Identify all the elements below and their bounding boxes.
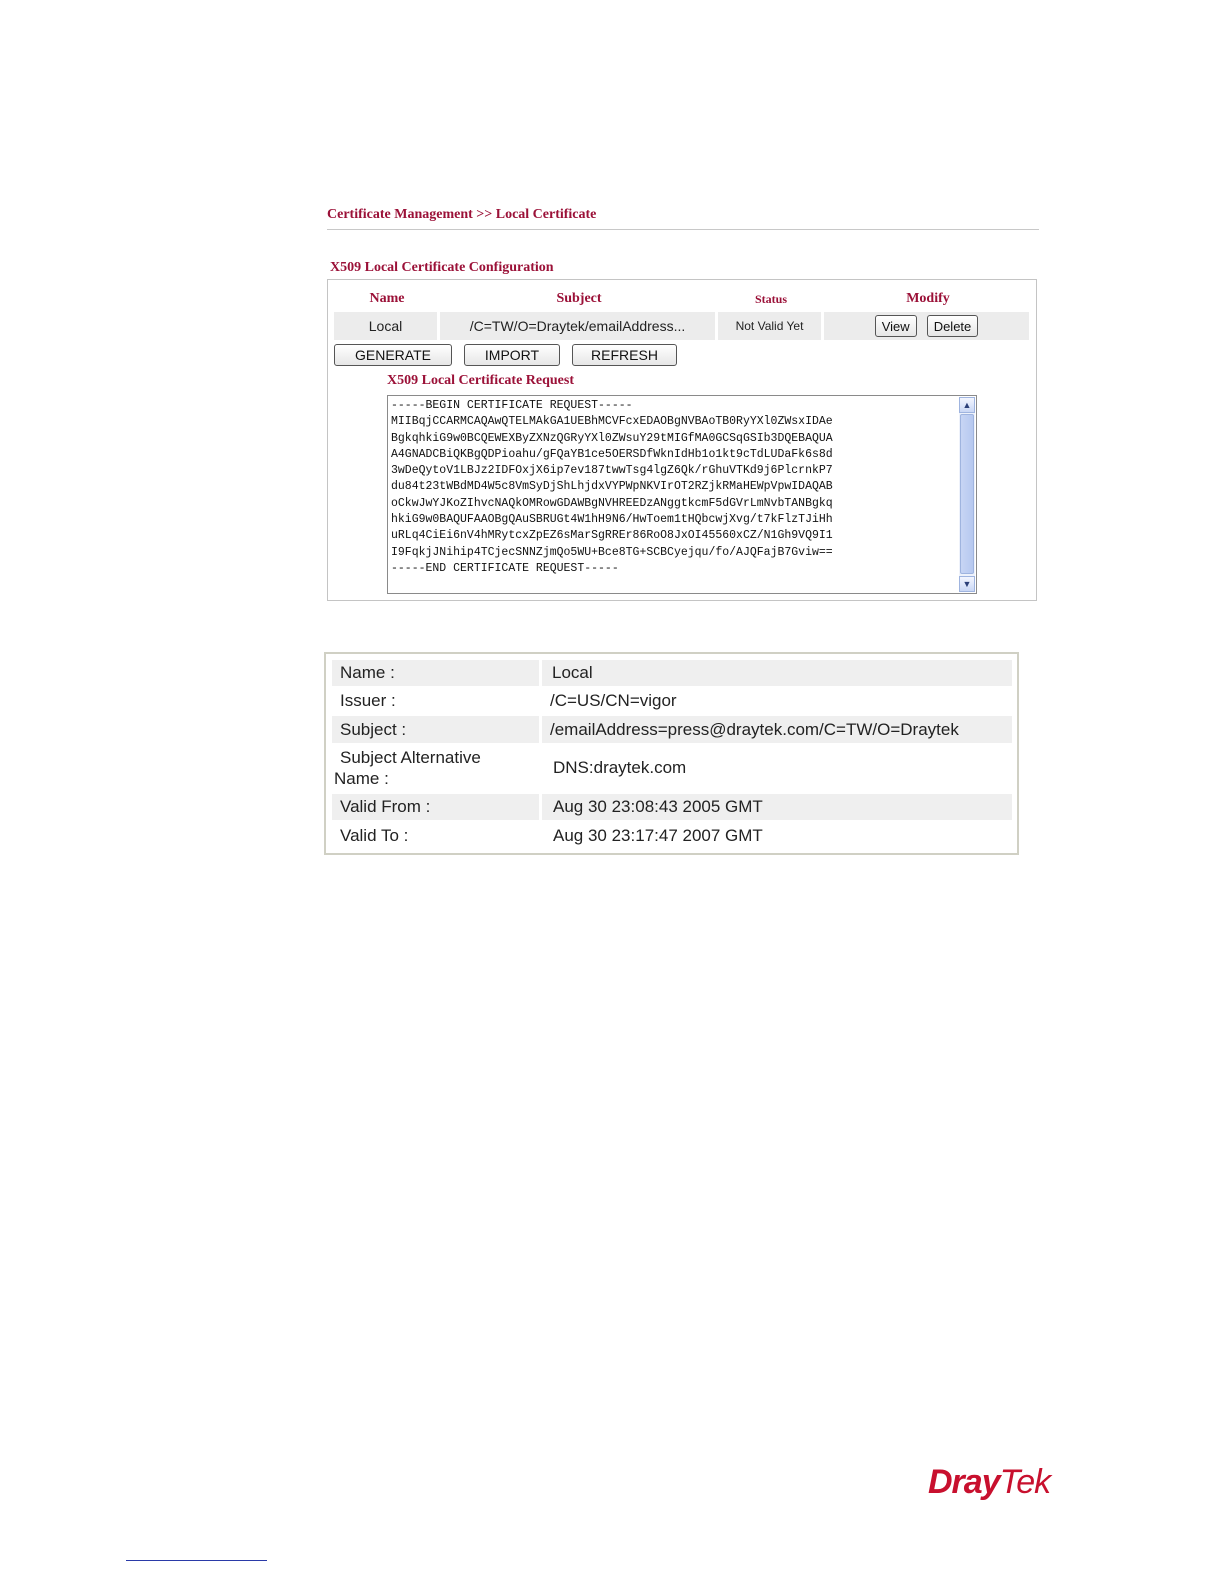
generate-button[interactable]: GENERATE	[334, 344, 452, 366]
header-name: Name	[369, 291, 405, 306]
cell-subject: /C=TW/O=Draytek/emailAddress...	[440, 312, 715, 340]
delete-button[interactable]: Delete	[926, 315, 979, 337]
import-button[interactable]: IMPORT	[464, 344, 560, 366]
detail-row-valid-to: Valid To : Aug 30 23:17:47 2007 GMT	[332, 822, 1012, 850]
detail-row-valid-from: Valid From : Aug 30 23:08:43 2005 GMT	[332, 794, 1012, 820]
breadcrumb: Certificate Management >> Local Certific…	[327, 207, 1039, 230]
certificate-request-text[interactable]: -----BEGIN CERTIFICATE REQUEST----- MIIB…	[391, 398, 959, 577]
detail-valid-from-label: Valid From :	[332, 794, 539, 820]
detail-name-value: Local	[542, 660, 1012, 686]
detail-row-name: Name : Local	[332, 660, 1012, 686]
detail-valid-to-value: Aug 30 23:17:47 2007 GMT	[553, 826, 763, 845]
action-buttons: GENERATE IMPORT REFRESH	[334, 344, 689, 366]
detail-valid-from-value: Aug 30 23:08:43 2005 GMT	[542, 794, 1012, 820]
detail-san-value: DNS:draytek.com	[553, 758, 687, 777]
certificate-details-panel: Name : Local Issuer : /C=US/CN=vigor Sub…	[324, 652, 1019, 855]
cell-modify: View Delete	[824, 312, 1029, 340]
config-section-title: X509 Local Certificate Configuration	[330, 260, 554, 275]
header-modify: Modify	[906, 291, 950, 306]
detail-issuer-label: Issuer :	[340, 691, 396, 710]
logo-part-dray: Dray	[928, 1463, 1001, 1501]
cell-name: Local	[334, 312, 437, 340]
detail-subject-label: Subject :	[332, 716, 539, 743]
header-subject: Subject	[556, 291, 602, 306]
detail-row-subject: Subject : /emailAddress=press@draytek.co…	[332, 716, 1012, 743]
scroll-up-icon[interactable]: ▲	[959, 397, 975, 413]
certificate-table: Name Subject Status Modify Local /C=TW/O…	[334, 286, 1032, 340]
logo-part-tek: Tek	[999, 1463, 1052, 1501]
footer-rule	[126, 1560, 267, 1561]
detail-san-label: Subject Alternative Name :	[332, 744, 539, 792]
scroll-down-icon[interactable]: ▼	[959, 576, 975, 592]
view-button[interactable]: View	[874, 315, 917, 337]
detail-subject-value: /emailAddress=press@draytek.com/C=TW/O=D…	[542, 716, 1012, 743]
certificate-request-textarea[interactable]: -----BEGIN CERTIFICATE REQUEST----- MIIB…	[387, 395, 977, 594]
cell-status: Not Valid Yet	[718, 312, 821, 340]
table-row: Local /C=TW/O=Draytek/emailAddress... No…	[334, 312, 1032, 340]
table-header: Name Subject Status Modify	[334, 286, 1032, 312]
detail-san-label-line1: Subject Alternative	[340, 748, 481, 767]
scroll-thumb[interactable]	[960, 414, 974, 574]
draytek-logo: DrayTek	[928, 1463, 1052, 1502]
detail-name-label: Name :	[332, 660, 539, 686]
detail-issuer-value: /C=US/CN=vigor	[550, 691, 677, 710]
header-status: Status	[754, 291, 787, 306]
detail-row-san: Subject Alternative Name : DNS:draytek.c…	[332, 744, 1012, 792]
textarea-scrollbar[interactable]: ▲ ▼	[959, 397, 975, 592]
request-title: X509 Local Certificate Request	[387, 373, 575, 388]
certificate-config-panel: Name Subject Status Modify Local /C=TW/O…	[327, 279, 1037, 601]
refresh-button[interactable]: REFRESH	[572, 344, 677, 366]
detail-valid-to-label: Valid To :	[340, 826, 409, 845]
detail-row-issuer: Issuer : /C=US/CN=vigor	[332, 687, 1012, 715]
detail-san-label-line2: Name :	[334, 769, 389, 788]
